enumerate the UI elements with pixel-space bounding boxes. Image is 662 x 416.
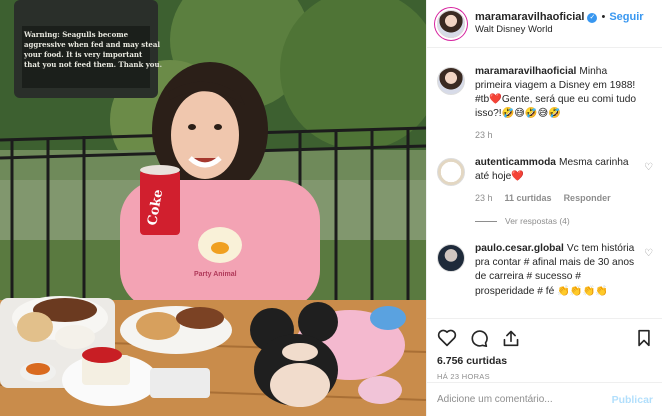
location-link[interactable]: Walt Disney World [475,24,644,35]
verified-badge-icon: ✓ [587,12,598,23]
replies-divider [475,220,497,222]
comment-time[interactable]: 23 h [475,192,493,204]
view-replies-label: Ver respostas (4) [505,216,570,227]
share-icon[interactable] [501,329,521,347]
comment-input[interactable] [437,394,612,405]
comment-icon[interactable] [469,329,489,347]
post-timestamp[interactable]: HÁ 23 HORAS [437,372,653,381]
publish-button[interactable]: Publicar [612,394,653,406]
commenter-avatar[interactable] [437,157,465,186]
heart-icon[interactable] [437,329,457,347]
post-photo[interactable]: Warning: Seagulls become aggressive when … [0,0,426,416]
separator-dot: • [601,11,606,24]
likes-count[interactable]: 6.756 curtidas [437,355,653,367]
view-replies-button[interactable]: Ver respostas (4) [475,216,653,226]
small-heart-icon[interactable]: ♡ [644,248,653,259]
bookmark-icon[interactable] [635,329,653,347]
instagram-post: Warning: Seagulls become aggressive when … [0,0,662,416]
follow-button[interactable]: Seguir [609,11,643,24]
comment-item: autenticammoda Mesma carinha até hoje❤️ 2… [437,156,653,205]
add-comment-bar: Publicar [427,382,662,416]
post-sidebar: maramaravilhaoficial ✓ • Seguir Walt Dis… [426,0,662,416]
small-heart-icon[interactable]: ♡ [644,162,653,173]
caption-username[interactable]: maramaravilhaoficial [475,66,576,77]
warning-sign: Warning: Seagulls become aggressive when … [14,0,162,98]
post-header: maramaravilhaoficial ✓ • Seguir Walt Dis… [427,0,662,48]
caption: maramaravilhaoficial Minha primeira viage… [437,65,653,142]
action-bar: 6.756 curtidas HÁ 23 HORAS [427,318,662,381]
author-username[interactable]: maramaravilhaoficial [475,11,584,24]
comments-section[interactable]: maramaravilhaoficial Minha primeira viage… [427,56,662,318]
caption-time[interactable]: 23 h [475,129,493,141]
disney-photo: Warning: Seagulls become aggressive when … [0,0,426,416]
comment-likes[interactable]: 11 curtidas [505,192,552,204]
minnie-plush [250,302,406,407]
comment-username[interactable]: autenticammoda [475,157,556,168]
reply-button[interactable]: Responder [564,192,611,204]
caption-avatar[interactable] [437,67,465,95]
author-avatar[interactable] [437,9,465,38]
shirt-text: Party Animal [194,271,237,278]
comment-item: paulo.cesar.global Vc tem história pra co… [437,242,653,298]
commenter-avatar[interactable] [437,244,465,273]
comment-username[interactable]: paulo.cesar.global [475,243,564,254]
